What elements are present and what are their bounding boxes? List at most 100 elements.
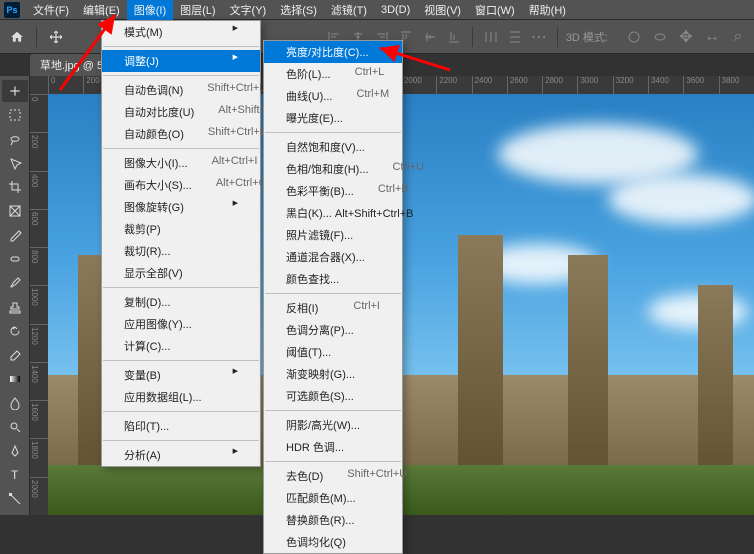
image-menu-item[interactable]: 自动颜色(O)Shift+Ctrl+B: [102, 123, 260, 145]
marquee-tool-icon[interactable]: [2, 104, 28, 126]
menu-window[interactable]: 窗口(W): [468, 0, 522, 20]
menu-file[interactable]: 文件(F): [26, 0, 76, 20]
adjust-menu-item[interactable]: 匹配颜色(M)...: [264, 487, 402, 509]
image-menu-item[interactable]: 应用数据组(L)...: [102, 386, 260, 408]
menu-view[interactable]: 视图(V): [417, 0, 468, 20]
move-tool-icon[interactable]: [45, 26, 67, 48]
frame-tool-icon[interactable]: [2, 200, 28, 222]
image-menu-item[interactable]: 自动对比度(U)Alt+Shift+Ctrl+L: [102, 101, 260, 123]
stamp-tool-icon[interactable]: [2, 296, 28, 318]
pen-tool-icon[interactable]: [2, 440, 28, 462]
quickselect-tool-icon[interactable]: [2, 152, 28, 174]
menu-type[interactable]: 文字(Y): [223, 0, 274, 20]
menu-separator: [265, 410, 401, 411]
app-logo: Ps: [4, 2, 20, 18]
menu-separator: [103, 360, 259, 361]
adjust-menu-item[interactable]: 颜色查找...: [264, 268, 402, 290]
adjust-menu-item[interactable]: 色阶(L)...Ctrl+L: [264, 63, 402, 85]
more-icon[interactable]: ⋯: [529, 27, 549, 47]
ruler-corner: [30, 76, 48, 94]
menu-select[interactable]: 选择(S): [273, 0, 324, 20]
menu-separator: [265, 461, 401, 462]
menu-3d[interactable]: 3D(D): [374, 2, 417, 18]
menu-separator: [265, 293, 401, 294]
adjust-menu-item[interactable]: 色相/饱和度(H)...Ctrl+U: [264, 158, 402, 180]
brush-tool-icon[interactable]: [2, 272, 28, 294]
image-menu-dropdown: 模式(M) 调整(J) 自动色调(N)Shift+Ctrl+L自动对比度(U)Alt…: [101, 20, 261, 467]
adjust-menu-item[interactable]: 通道混合器(X)...: [264, 246, 402, 268]
adjust-menu-item[interactable]: 反相(I)Ctrl+I: [264, 297, 402, 319]
menu-image[interactable]: 图像(I): [127, 0, 173, 20]
eraser-tool-icon[interactable]: [2, 344, 28, 366]
distribute-group: ⋯: [481, 27, 549, 47]
menu-separator: [103, 440, 259, 441]
adjust-menu-item[interactable]: 亮度/对比度(C)...: [264, 41, 402, 63]
image-menu-item[interactable]: 显示全部(V): [102, 262, 260, 284]
threeD-orbit-icon[interactable]: [624, 27, 644, 47]
dodge-tool-icon[interactable]: [2, 416, 28, 438]
image-menu-item[interactable]: 画布大小(S)...Alt+Ctrl+C: [102, 174, 260, 196]
adjust-menu-item[interactable]: 色彩平衡(B)...Ctrl+B: [264, 180, 402, 202]
adjust-menu-item[interactable]: 可选颜色(S)...: [264, 385, 402, 407]
distribute-v-icon[interactable]: [505, 27, 525, 47]
adjust-menu-item[interactable]: 阴影/高光(W)...: [264, 414, 402, 436]
image-menu-item[interactable]: 裁剪(P): [102, 218, 260, 240]
adjust-menu-item[interactable]: 曲线(U)...Ctrl+M: [264, 85, 402, 107]
separator: [36, 27, 37, 47]
image-menu-item[interactable]: 模式(M): [102, 21, 260, 43]
threeD-pan-icon[interactable]: ✥: [676, 27, 696, 47]
image-menu-item[interactable]: 图像大小(I)...Alt+Ctrl+I: [102, 152, 260, 174]
adjust-menu-item[interactable]: 去色(D)Shift+Ctrl+U: [264, 465, 402, 487]
menu-separator: [265, 132, 401, 133]
distribute-h-icon[interactable]: [481, 27, 501, 47]
image-menu-item[interactable]: 裁切(R)...: [102, 240, 260, 262]
image-menu-item[interactable]: 复制(D)...: [102, 291, 260, 313]
menu-separator: [103, 287, 259, 288]
ruler-vertical[interactable]: 0200400600800100012001400160018002000: [30, 94, 48, 515]
svg-text:T: T: [11, 468, 19, 482]
image-menu-item[interactable]: 图像旋转(G): [102, 196, 260, 218]
image-menu-item[interactable]: 变量(B): [102, 364, 260, 386]
menu-filter[interactable]: 滤镜(T): [324, 0, 374, 20]
threeD-slide-icon[interactable]: ↔: [702, 27, 722, 47]
adjust-menu-item[interactable]: 自然饱和度(V)...: [264, 136, 402, 158]
type-tool-icon[interactable]: T: [2, 464, 28, 486]
healing-tool-icon[interactable]: [2, 248, 28, 270]
gradient-tool-icon[interactable]: [2, 368, 28, 390]
history-brush-tool-icon[interactable]: [2, 320, 28, 342]
adjust-menu-item[interactable]: 替换颜色(R)...: [264, 509, 402, 531]
toolbox: T: [0, 76, 30, 515]
menu-help[interactable]: 帮助(H): [522, 0, 573, 20]
image-menu-item[interactable]: 自动色调(N)Shift+Ctrl+L: [102, 79, 260, 101]
threeD-roll-icon[interactable]: [650, 27, 670, 47]
adjust-menu-item[interactable]: 色调分离(P)...: [264, 319, 402, 341]
path-tool-icon[interactable]: [2, 488, 28, 510]
blur-tool-icon[interactable]: [2, 392, 28, 414]
menubar: Ps 文件(F) 编辑(E) 图像(I) 图层(L) 文字(Y) 选择(S) 滤…: [0, 0, 754, 20]
image-menu-item[interactable]: 分析(A): [102, 444, 260, 466]
threeD-zoom-icon[interactable]: ⌕: [728, 27, 748, 47]
separator: [472, 27, 473, 47]
adjust-menu-item[interactable]: 曝光度(E)...: [264, 107, 402, 129]
image-menu-item[interactable]: 计算(C)...: [102, 335, 260, 357]
menu-layer[interactable]: 图层(L): [173, 0, 222, 20]
image-menu-item[interactable]: 陷印(T)...: [102, 415, 260, 437]
eyedropper-tool-icon[interactable]: [2, 224, 28, 246]
align-bottom-icon[interactable]: [444, 27, 464, 47]
adjust-menu-item[interactable]: HDR 色调...: [264, 436, 402, 458]
menu-edit[interactable]: 编辑(E): [76, 0, 127, 20]
home-icon[interactable]: [6, 26, 28, 48]
adjust-menu-item[interactable]: 黑白(K)... Alt+Shift+Ctrl+B: [264, 202, 402, 224]
menu-separator: [103, 411, 259, 412]
adjust-menu-item[interactable]: 渐变映射(G)...: [264, 363, 402, 385]
image-menu-item[interactable]: 调整(J): [102, 50, 260, 72]
move-tool-icon[interactable]: [2, 80, 28, 102]
adjust-menu-item[interactable]: 阈值(T)...: [264, 341, 402, 363]
crop-tool-icon[interactable]: [2, 176, 28, 198]
adjust-menu-item[interactable]: 照片滤镜(F)...: [264, 224, 402, 246]
adjust-menu-item[interactable]: 色调均化(Q): [264, 531, 402, 553]
align-middle-icon[interactable]: [420, 27, 440, 47]
image-menu-item[interactable]: 应用图像(Y)...: [102, 313, 260, 335]
lasso-tool-icon[interactable]: [2, 128, 28, 150]
adjustments-submenu: 亮度/对比度(C)...色阶(L)...Ctrl+L曲线(U)...Ctrl+M…: [263, 40, 403, 554]
